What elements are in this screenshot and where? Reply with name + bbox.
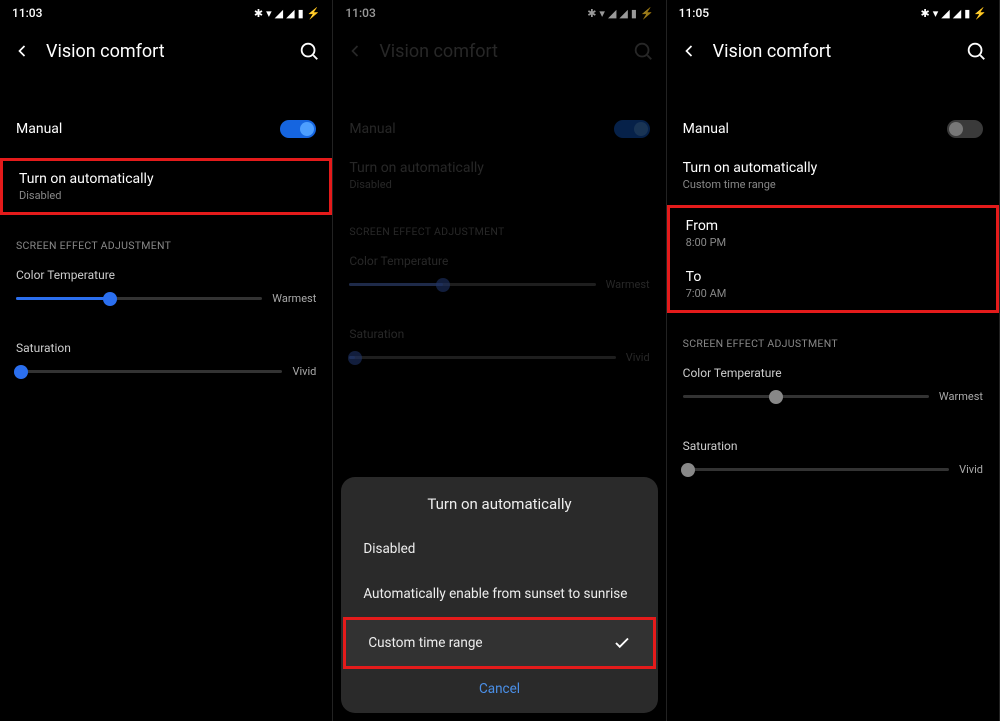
color-temp-label: Color Temperature [16, 268, 316, 282]
from-row[interactable]: From 8:00 PM [670, 208, 996, 259]
saturation-end: Vivid [292, 365, 316, 378]
saturation-end: Vivid [959, 463, 983, 476]
manual-row[interactable]: Manual [0, 108, 332, 150]
manual-label: Manual [16, 121, 62, 137]
section-header: SCREEN EFFECT ADJUSTMENT [667, 313, 999, 358]
saturation-label: Saturation [683, 439, 983, 453]
color-temp-slider[interactable] [16, 297, 262, 300]
back-icon[interactable] [679, 41, 699, 61]
color-temp-label: Color Temperature [683, 366, 983, 380]
color-temp-end: Warmest [272, 292, 316, 305]
dialog-option-disabled[interactable]: Disabled [341, 527, 657, 571]
signal-icon: ◢ [275, 7, 283, 20]
status-icons: ✱ ▾ ◢ ◢ ▮ ⚡ [921, 7, 987, 20]
saturation-block: Saturation Vivid [0, 333, 332, 392]
auto-label: Turn on automatically [683, 160, 818, 176]
clock: 11:03 [12, 6, 42, 20]
manual-toggle[interactable] [280, 120, 316, 138]
auto-sub: Custom time range [683, 178, 818, 191]
signal2-icon: ◢ [953, 7, 961, 20]
header: Vision comfort [667, 26, 999, 80]
from-value: 8:00 PM [686, 236, 980, 249]
status-icons: ✱ ▾ ◢ ◢ ▮ ⚡ [254, 7, 320, 20]
auto-sub: Disabled [19, 189, 154, 202]
dialog-title: Turn on automatically [341, 495, 657, 527]
vibrate-icon: ✱ [254, 7, 263, 20]
search-icon[interactable] [965, 40, 987, 62]
color-temp-end: Warmest [939, 390, 983, 403]
to-value: 7:00 AM [686, 287, 980, 300]
signal2-icon: ◢ [286, 7, 294, 20]
dialog-option-custom[interactable]: Custom time range [346, 620, 652, 666]
manual-label: Manual [683, 121, 729, 137]
screen-2: 11:03 ✱ ▾ ◢ ◢ ▮ ⚡ Vision comfort Manual … [333, 0, 666, 721]
wifi-icon: ▾ [933, 7, 939, 20]
to-label: To [686, 269, 980, 285]
back-icon[interactable] [12, 41, 32, 61]
dialog-option-sunset[interactable]: Automatically enable from sunset to sunr… [341, 571, 657, 617]
charging-icon: ⚡ [307, 7, 321, 20]
to-row[interactable]: To 7:00 AM [670, 259, 996, 310]
vibrate-icon: ✱ [921, 7, 930, 20]
screen-1: 11:03 ✱ ▾ ◢ ◢ ▮ ⚡ Vision comfort Manual … [0, 0, 333, 721]
auto-dialog: Turn on automatically Disabled Automatic… [341, 477, 657, 713]
search-icon[interactable] [298, 40, 320, 62]
auto-label: Turn on automatically [19, 171, 154, 187]
header: Vision comfort [0, 26, 332, 80]
color-temp-block: Color Temperature Warmest [0, 260, 332, 319]
color-temp-block: Color Temperature Warmest [667, 358, 999, 417]
battery-icon: ▮ [964, 7, 970, 20]
color-temp-slider[interactable] [683, 395, 929, 398]
check-icon [613, 634, 631, 652]
page-title: Vision comfort [46, 41, 298, 62]
saturation-slider[interactable] [683, 468, 949, 471]
auto-row[interactable]: Turn on automatically Custom time range [667, 150, 999, 201]
charging-icon: ⚡ [973, 7, 987, 20]
saturation-slider[interactable] [16, 370, 282, 373]
saturation-block: Saturation Vivid [667, 431, 999, 490]
dialog-cancel[interactable]: Cancel [341, 669, 657, 701]
signal-icon: ◢ [941, 7, 949, 20]
clock: 11:05 [679, 6, 709, 20]
manual-row[interactable]: Manual [667, 108, 999, 150]
section-header: SCREEN EFFECT ADJUSTMENT [0, 215, 332, 260]
auto-row[interactable]: Turn on automatically Disabled [0, 158, 332, 215]
page-title: Vision comfort [713, 41, 965, 62]
saturation-label: Saturation [16, 341, 316, 355]
wifi-icon: ▾ [266, 7, 272, 20]
screen-3: 11:05 ✱ ▾ ◢ ◢ ▮ ⚡ Vision comfort Manual … [667, 0, 1000, 721]
status-bar: 11:03 ✱ ▾ ◢ ◢ ▮ ⚡ [0, 0, 332, 26]
battery-icon: ▮ [298, 7, 304, 20]
status-bar: 11:05 ✱ ▾ ◢ ◢ ▮ ⚡ [667, 0, 999, 26]
from-label: From [686, 218, 980, 234]
manual-toggle[interactable] [947, 120, 983, 138]
